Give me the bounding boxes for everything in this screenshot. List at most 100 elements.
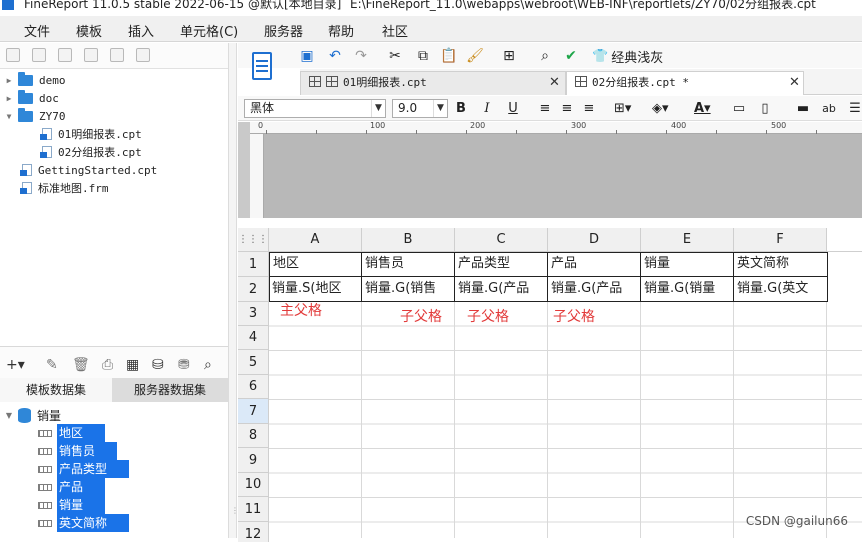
theme-button[interactable]: 👕 经典浅灰 [592,47,663,66]
tree-file-map[interactable]: 标准地图.frm [20,179,109,197]
expand-icon[interactable]: ▶ [4,76,14,85]
tree-folder-demo[interactable]: ▶ demo [4,71,66,89]
cell-a2[interactable]: 销量.S(地区 [269,277,362,302]
row-header[interactable]: 1 [238,252,269,277]
cut-icon[interactable]: ✂ [386,47,404,65]
row-header[interactable]: 6 [238,375,269,399]
tab-file-01[interactable]: 01明细报表.cpt ✕ [300,71,566,95]
column-header-b[interactable]: B [362,228,455,252]
copy-icon[interactable]: ⧉ [414,47,432,65]
bold-icon[interactable]: B [454,100,468,118]
save-icon[interactable]: ▣ [298,47,316,65]
menu-template[interactable]: 模板 [76,21,102,40]
field-item[interactable]: 地区 [38,424,105,442]
tree-file-01[interactable]: 01明细报表.cpt [40,125,142,143]
cell-a1[interactable]: 地区 [269,252,362,277]
insert-row-icon[interactable]: ▬ [796,100,810,118]
refresh-icon[interactable] [32,48,46,62]
italic-icon[interactable]: I [480,100,494,118]
split-cells-icon[interactable]: ▯ [758,100,772,118]
underline-icon[interactable]: U [506,100,520,118]
cell-f1[interactable]: 英文简称 [734,252,828,277]
align-center-icon[interactable]: ≡ [560,100,574,118]
menu-server[interactable]: 服务器 [264,21,303,40]
database-icon[interactable]: ⛁ [152,357,164,373]
menu-help[interactable]: 帮助 [328,21,354,40]
cell-c1[interactable]: 产品类型 [455,252,548,277]
cell-c2[interactable]: 销量.G(产品 [455,277,548,302]
menu-insert[interactable]: 插入 [128,21,154,40]
close-icon[interactable]: ✕ [549,72,560,94]
chevron-down-icon[interactable]: ▼ [433,100,447,117]
fill-color-icon[interactable]: ◈▾ [652,100,669,118]
preview-icon[interactable]: ⌕ [536,47,554,65]
column-header-d[interactable]: D [548,228,641,252]
template-params-icon[interactable]: ⊞ [500,47,518,65]
menu-file[interactable]: 文件 [24,21,50,40]
tree-file-gettingstarted[interactable]: GettingStarted.cpt [20,161,157,179]
cell-f2[interactable]: 销量.G(英文 [734,277,828,302]
panel-splitter[interactable]: ⋮ [228,43,239,538]
align-left-icon[interactable]: ≡ [538,100,552,118]
close-icon[interactable]: ✕ [789,72,800,94]
row-header[interactable]: 11 [238,497,269,522]
row-header[interactable]: 2 [238,277,269,302]
column-header-f[interactable]: F [734,228,827,252]
tree-file-02[interactable]: 02分组报表.cpt [40,143,142,161]
preview-icon[interactable]: ⎙ [102,357,113,373]
font-size-select[interactable]: 9.0 ▼ [392,99,448,118]
field-item[interactable]: 产品类型 [38,460,129,478]
report-designer-icon[interactable] [248,50,278,90]
tree-folder-doc[interactable]: ▶ doc [4,89,59,107]
row-header[interactable]: 4 [238,326,269,350]
cell-d2[interactable]: 销量.G(产品 [548,277,641,302]
tab-server-datasets[interactable]: 服务器数据集 [112,378,228,402]
row-header[interactable]: 9 [238,448,269,473]
check-icon[interactable]: ✔ [562,47,580,65]
menu-cell[interactable]: 单元格(C) [180,21,238,40]
tab-template-datasets[interactable]: 模板数据集 [0,378,112,402]
paste-icon[interactable]: 📋 [440,47,458,65]
delete-icon[interactable] [110,48,124,62]
dataset-icon[interactable]: ▦ [126,357,139,373]
chevron-down-icon[interactable]: ▼ [371,100,385,117]
tree-folder-zy70[interactable]: ▼ ZY70 [4,107,66,125]
settings-icon[interactable] [84,48,98,62]
cell-e1[interactable]: 销量 [641,252,734,277]
new-folder-icon[interactable] [6,48,20,62]
text-icon[interactable]: ab [822,100,836,118]
add-icon[interactable]: +▾ [6,357,25,373]
font-family-select[interactable]: 黑体 ▼ [244,99,386,118]
cell-e2[interactable]: 销量.G(销量 [641,277,734,302]
field-item[interactable]: 英文简称 [38,514,129,532]
border-icon[interactable]: ⊞▾ [614,100,631,118]
row-header[interactable]: 10 [238,473,269,497]
collapse-icon[interactable]: ▼ [4,411,14,420]
menu-community[interactable]: 社区 [382,21,408,40]
delete-icon[interactable]: 🗑 [72,357,90,373]
merge-cells-icon[interactable]: ▭ [732,100,746,118]
collapse-icon[interactable]: ▼ [4,112,14,121]
expand-icon[interactable]: ▶ [4,94,14,103]
row-header[interactable]: 3 [238,302,269,326]
field-item[interactable]: 产品 [38,478,105,496]
row-header[interactable]: 8 [238,424,269,448]
font-color-icon[interactable]: A▾ [694,100,711,118]
format-painter-icon[interactable]: 🖌 [466,47,484,65]
cell-b2[interactable]: 销量.G(销售 [362,277,455,302]
column-header-a[interactable]: A [269,228,362,252]
tab-file-02[interactable]: 02分组报表.cpt * ✕ [566,71,804,95]
copy-icon[interactable] [136,48,150,62]
redo-icon[interactable]: ↷ [352,47,370,65]
more-icon[interactable]: ☰ [848,100,862,118]
cell-d1[interactable]: 产品 [548,252,641,277]
cell-grid[interactable] [269,302,862,538]
row-header[interactable]: 5 [238,350,269,375]
search-icon[interactable]: ⌕ [204,357,212,373]
info-icon[interactable] [58,48,72,62]
undo-icon[interactable]: ↶ [326,47,344,65]
cell-b1[interactable]: 销售员 [362,252,455,277]
field-item[interactable]: 销售员 [38,442,117,460]
column-header-e[interactable]: E [641,228,734,252]
align-right-icon[interactable]: ≡ [582,100,596,118]
